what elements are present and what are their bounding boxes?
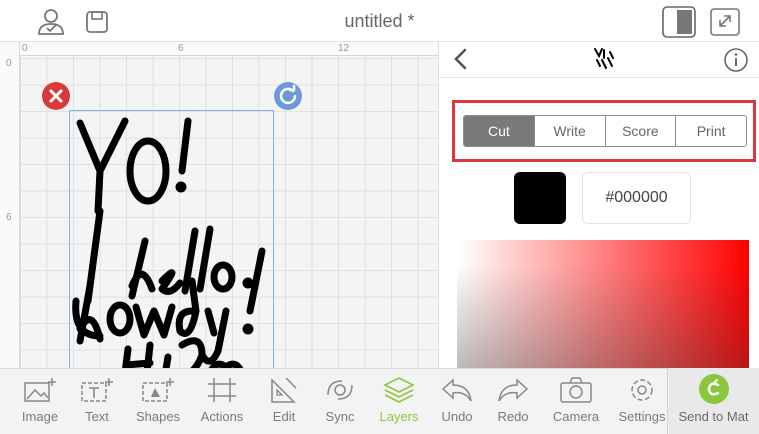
color-picker-gradient[interactable] xyxy=(457,240,749,368)
send-to-mat-button[interactable]: Send to Mat xyxy=(667,368,759,434)
redo-button[interactable]: Redo xyxy=(492,369,534,434)
camera-icon xyxy=(560,377,592,403)
tool-label: Sync xyxy=(325,409,355,424)
top-bar: untitled * xyxy=(0,0,759,42)
send-label: Send to Mat xyxy=(678,409,749,424)
ruler-mark: 12 xyxy=(338,43,350,54)
sync-button[interactable]: Sync xyxy=(320,369,360,434)
tab-print[interactable]: Print xyxy=(675,116,746,146)
tool-label: Actions xyxy=(200,409,244,424)
ruler-mark: 0 xyxy=(6,58,12,69)
send-circle xyxy=(698,374,729,404)
actions-icon xyxy=(208,378,236,402)
ruler-top: 0 6 12 xyxy=(0,42,438,56)
panel-toggle-icon[interactable] xyxy=(662,6,696,43)
tool-label: Redo xyxy=(497,409,529,424)
tool-label: Shapes xyxy=(135,409,181,424)
close-icon xyxy=(49,89,63,103)
cricut-logo-icon xyxy=(707,379,719,396)
edit-icon xyxy=(271,377,297,403)
project-title: untitled * xyxy=(344,11,415,31)
color-swatch[interactable] xyxy=(514,172,566,224)
shapes-button[interactable]: Shapes xyxy=(132,369,184,434)
ruler-left: 0 6 xyxy=(0,42,20,368)
bottom-toolbar: Image Text Shapes Actions Edit Sync Laye… xyxy=(0,368,759,434)
rotate-icon xyxy=(279,84,297,105)
design-canvas[interactable]: 0 6 12 0 6 xyxy=(0,42,438,368)
operation-tabs: Cut Write Score Print xyxy=(463,115,747,147)
text-button[interactable]: Text xyxy=(74,369,120,434)
sync-icon xyxy=(327,380,353,400)
tab-write[interactable]: Write xyxy=(533,116,605,146)
back-chevron-icon[interactable] xyxy=(451,47,471,71)
tool-label: Settings xyxy=(618,409,666,424)
panel-header xyxy=(439,42,759,78)
shapes-add-icon xyxy=(142,378,174,402)
info-icon[interactable] xyxy=(723,47,749,73)
tool-label: Image xyxy=(21,409,59,424)
edit-button[interactable]: Edit xyxy=(264,369,304,434)
layer-properties-panel: Cut Write Score Print #000000 xyxy=(438,42,759,368)
hex-color-field[interactable]: #000000 xyxy=(582,172,691,224)
camera-button[interactable]: Camera xyxy=(548,369,604,434)
actions-button[interactable]: Actions xyxy=(195,369,249,434)
undo-button[interactable]: Undo xyxy=(436,369,478,434)
tab-cut[interactable]: Cut xyxy=(464,116,534,146)
tool-label: Edit xyxy=(272,409,296,424)
delete-button[interactable] xyxy=(42,82,70,110)
ruler-mark: 6 xyxy=(178,43,184,54)
layer-thumbnail-icon xyxy=(594,48,614,69)
text-add-icon xyxy=(81,378,113,402)
image-button[interactable]: Image xyxy=(14,369,66,434)
layers-icon xyxy=(383,377,415,403)
tool-label: Text xyxy=(85,409,109,424)
handwritten-design-artwork xyxy=(72,117,266,368)
tab-score[interactable]: Score xyxy=(604,116,676,146)
redo-icon xyxy=(498,378,529,402)
rotate-button[interactable] xyxy=(274,82,302,110)
tool-label: Undo xyxy=(441,409,473,424)
image-add-icon xyxy=(24,378,56,402)
ruler-mark: 6 xyxy=(6,212,12,223)
ruler-mark: 0 xyxy=(22,43,28,54)
selected-design[interactable] xyxy=(69,110,274,368)
fullscreen-icon[interactable] xyxy=(710,8,740,41)
settings-icon xyxy=(631,379,653,401)
undo-icon xyxy=(441,378,472,402)
tool-label: Camera xyxy=(552,409,600,424)
settings-button[interactable]: Settings xyxy=(618,369,666,434)
layers-button[interactable]: Layers xyxy=(376,369,422,434)
tool-label: Layers xyxy=(379,409,419,424)
